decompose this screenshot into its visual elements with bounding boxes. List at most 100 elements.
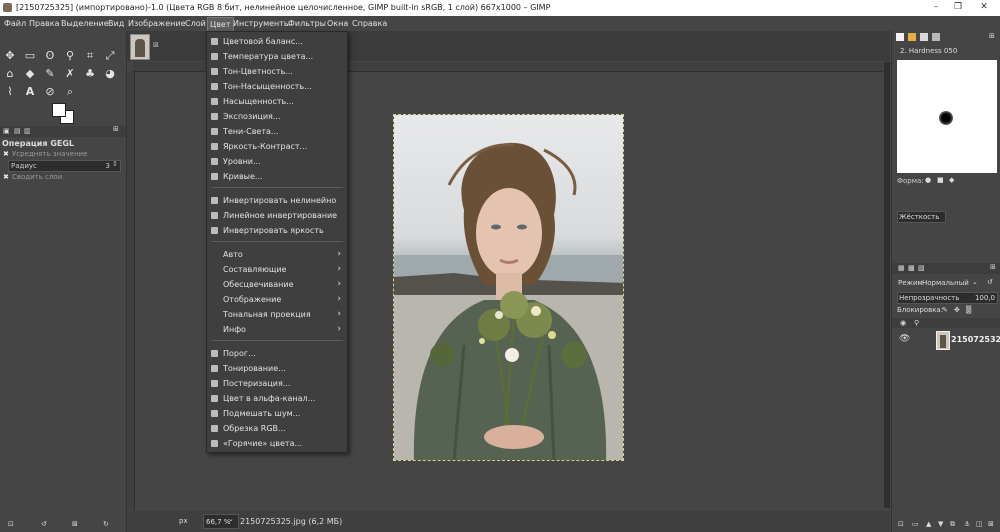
menu-item-dither[interactable]: Подмешать шум...: [207, 407, 347, 421]
transform-icon[interactable]: ⤢: [103, 49, 117, 63]
rect-select-icon[interactable]: ▭: [23, 49, 37, 63]
warp-icon[interactable]: ⌂: [3, 67, 17, 81]
fuzzy-select-icon[interactable]: ⚲: [63, 49, 77, 63]
undo-tab-icon[interactable]: ▥: [24, 127, 31, 135]
vertical-scrollbar[interactable]: [884, 62, 890, 508]
save-options-icon[interactable]: ⊡: [8, 520, 14, 528]
paths-icon[interactable]: ⌇: [3, 85, 17, 99]
radius-field[interactable]: Радиус 3 ⇕: [8, 160, 121, 172]
menu-file[interactable]: Файл: [4, 19, 26, 28]
radius-stepper-icon[interactable]: ⇕: [112, 160, 118, 168]
dock-menu-icon[interactable]: ⊞: [989, 32, 995, 40]
mode-dropdown-icon[interactable]: ⌄: [972, 278, 978, 286]
menu-item-auto[interactable]: Авто ›: [207, 248, 347, 262]
merge-layers-checkbox[interactable]: ✖: [3, 173, 9, 181]
layer-mask-icon[interactable]: ◫: [976, 520, 983, 528]
menu-item-levels[interactable]: Уровни...: [207, 155, 347, 169]
foreground-color-swatch[interactable]: [52, 103, 66, 117]
menu-item-posterize[interactable]: Постеризация...: [207, 377, 347, 391]
menu-item-saturation[interactable]: Насыщенность...: [207, 95, 347, 109]
opacity-field[interactable]: Непрозрачность 100,0: [897, 292, 998, 304]
delete-layer-icon[interactable]: ⊠: [988, 520, 994, 528]
menu-filters[interactable]: Фильтры: [288, 19, 326, 28]
menu-layer[interactable]: Слой: [185, 19, 206, 28]
menu-view[interactable]: Вид: [108, 19, 124, 28]
menu-item-threshold[interactable]: Порог...: [207, 347, 347, 361]
menu-item-shadows-highlights[interactable]: Тени-Света...: [207, 125, 347, 139]
minimize-button[interactable]: –: [928, 2, 944, 14]
maximize-button[interactable]: ❐: [950, 2, 966, 14]
text-tool-icon[interactable]: A: [23, 85, 37, 99]
menu-item-brightness-contrast[interactable]: Яркость-Контраст...: [207, 140, 347, 154]
menu-item-hue-saturation[interactable]: Тон-Насыщенность...: [207, 80, 347, 94]
shape-diamond-icon[interactable]: ◆: [949, 176, 954, 184]
menu-help[interactable]: Справка: [352, 19, 387, 28]
lasso-icon[interactable]: ʘ: [43, 49, 57, 63]
raise-layer-icon[interactable]: ▲: [926, 520, 931, 528]
menu-item-components[interactable]: Составляющие ›: [207, 263, 347, 277]
menu-item-color-to-alpha[interactable]: Цвет в альфа-канал...: [207, 392, 347, 406]
layers-menu-icon[interactable]: ⊞: [990, 263, 996, 271]
menu-item-color-balance[interactable]: Цветовой баланс...: [207, 35, 347, 49]
close-button[interactable]: ✕: [976, 2, 992, 14]
menu-select[interactable]: Выделение: [61, 19, 109, 28]
layers-tab-icon[interactable]: ▦: [898, 264, 905, 272]
lock-pixels-icon[interactable]: ✎: [942, 306, 948, 314]
duplicate-layer-icon[interactable]: ⧉: [950, 520, 955, 529]
menu-item-exposure[interactable]: Экспозиция...: [207, 110, 347, 124]
menu-edit[interactable]: Правка: [29, 19, 59, 28]
eraser-icon[interactable]: ✗: [63, 67, 77, 81]
smudge-icon[interactable]: ◕: [103, 67, 117, 81]
new-layer-icon[interactable]: ⊡: [898, 520, 904, 528]
menu-item-map[interactable]: Отображение ›: [207, 293, 347, 307]
menu-item-hot[interactable]: «Горячие» цвета...: [207, 437, 347, 451]
layer-row[interactable]: 👁 2150725325: [892, 329, 1000, 351]
image-canvas-photo[interactable]: [393, 114, 624, 461]
clone-icon[interactable]: ♣: [83, 67, 97, 81]
tool-options-tab-icon[interactable]: ▣: [3, 127, 10, 135]
close-image-tab-icon[interactable]: ⊠: [153, 41, 159, 49]
document-history-tab-icon[interactable]: [932, 33, 940, 41]
zoom-icon[interactable]: ⌕: [63, 85, 77, 99]
menu-item-curves[interactable]: Кривые...: [207, 170, 347, 184]
restore-options-icon[interactable]: ↺: [41, 520, 47, 528]
color-picker-icon[interactable]: ⊘: [43, 85, 57, 99]
sample-merged-checkbox[interactable]: ✖: [3, 150, 9, 158]
zoom-dropdown-icon[interactable]: ⌄: [228, 515, 234, 523]
menu-item-tone-mapping[interactable]: Тональная проекция ›: [207, 308, 347, 322]
move-tool-icon[interactable]: ✥: [3, 49, 17, 63]
new-layer-group-icon[interactable]: ▭: [912, 520, 919, 528]
mode-switch-icon[interactable]: ↺: [987, 278, 993, 286]
menu-item-linear-invert[interactable]: Линейное инвертирование: [207, 209, 347, 223]
paintbrush-icon[interactable]: ✎: [43, 67, 57, 81]
hardness-field[interactable]: Жёсткость: [897, 211, 946, 223]
anchor-layer-icon[interactable]: ⚓: [964, 520, 970, 528]
menu-item-rgb-clip[interactable]: Обрезка RGB...: [207, 422, 347, 436]
shape-circle-icon[interactable]: ●: [925, 176, 931, 184]
crop-icon[interactable]: ⌗: [83, 49, 97, 63]
lock-alpha-icon[interactable]: ▒: [966, 306, 971, 314]
shape-square-icon[interactable]: ■: [937, 176, 944, 184]
lower-layer-icon[interactable]: ▼: [938, 520, 943, 528]
menu-windows[interactable]: Окна: [327, 19, 348, 28]
lock-position-icon[interactable]: ✥: [954, 306, 960, 314]
menu-item-value-invert[interactable]: Инвертировать яркость: [207, 224, 347, 238]
menu-item-invert-nonlinear[interactable]: Инвертировать нелинейно: [207, 194, 347, 208]
image-tab-thumbnail[interactable]: [130, 34, 150, 60]
menu-item-desaturate[interactable]: Обесцвечивание ›: [207, 278, 347, 292]
reset-options-icon[interactable]: ↻: [103, 520, 109, 528]
menu-tools[interactable]: Инструменты: [233, 19, 290, 28]
brushes-tab-icon[interactable]: [896, 33, 904, 41]
brush-preview[interactable]: [897, 60, 997, 173]
menu-item-colorize[interactable]: Тонирование...: [207, 362, 347, 376]
menu-image[interactable]: Изображение: [128, 19, 186, 28]
unit-selector[interactable]: px: [179, 517, 188, 525]
menu-item-info[interactable]: Инфо ›: [207, 323, 347, 337]
fonts-tab-icon[interactable]: [920, 33, 928, 41]
channels-tab-icon[interactable]: ▩: [908, 264, 915, 272]
patterns-tab-icon[interactable]: [908, 33, 916, 41]
layer-visibility-icon[interactable]: 👁: [899, 334, 910, 344]
menu-item-color-temperature[interactable]: Температура цвета...: [207, 50, 347, 64]
bucket-fill-icon[interactable]: ◆: [23, 67, 37, 81]
panel-menu-icon[interactable]: ⊞: [113, 125, 119, 133]
